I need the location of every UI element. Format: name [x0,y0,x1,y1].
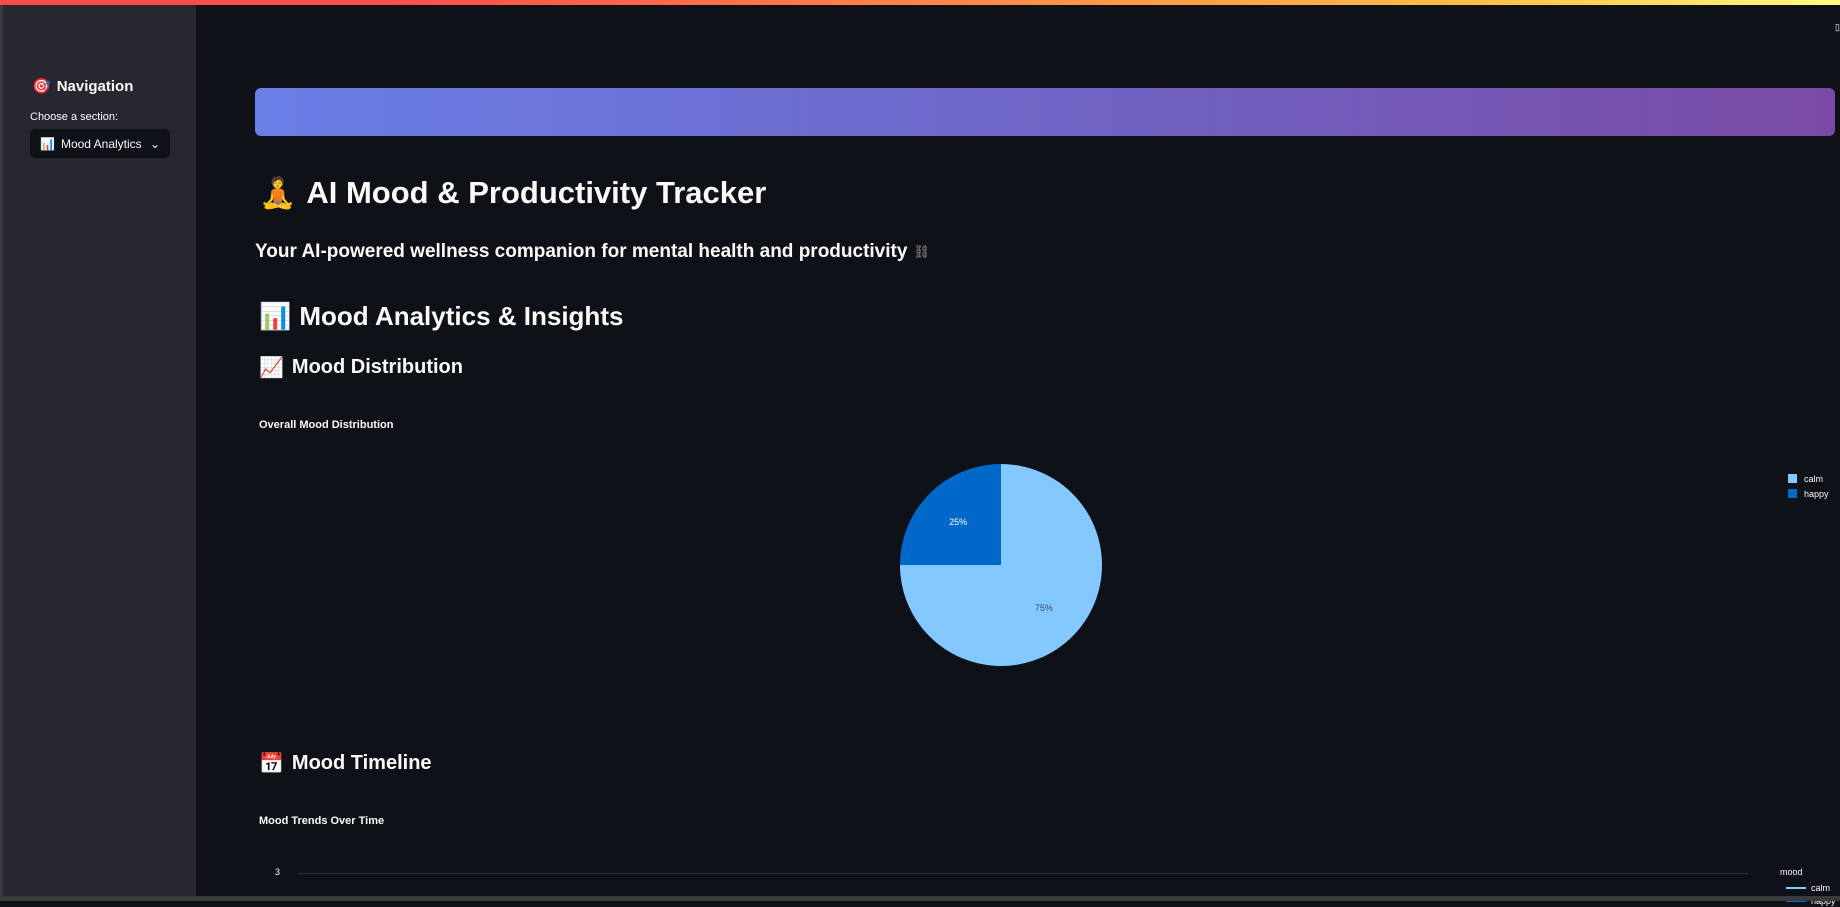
anchor-link-icon[interactable]: ⛓ [913,244,930,260]
pie-legend: calm happy [1788,471,1829,501]
toolbar-edge-icon[interactable]: ▯ [1835,22,1840,33]
section-title-text: Mood Analytics & Insights [299,301,624,331]
legend-item-calm[interactable]: calm [1788,471,1829,486]
line-legend-title: mood [1780,867,1803,877]
calendar-icon: 📅 [259,753,284,775]
line-legend-swatch-calm [1786,886,1806,889]
legend-swatch-happy [1788,489,1797,498]
sidebar: 🎯 Navigation Choose a section: 📊 Mood An… [3,5,196,896]
pie-label-calm: 75% [1035,603,1053,613]
line-legend-item-calm[interactable]: calm [1780,881,1836,894]
section-select-value: Mood Analytics [60,136,142,151]
page-subtitle-text: Your AI-powered wellness companion for m… [255,241,908,262]
main-content: 🧘 AI Mood & Productivity Tracker Your AI… [196,5,1840,906]
legend-swatch-calm [1788,474,1797,483]
mood-distribution-heading-text: Mood Distribution [291,356,463,378]
sidebar-title: 🎯 Navigation [32,77,134,96]
page-subtitle: Your AI-powered wellness companion for m… [255,241,930,263]
mood-distribution-heading: 📈 Mood Distribution [259,355,463,380]
legend-item-happy[interactable]: happy [1788,486,1829,501]
pie-chart-title: Overall Mood Distribution [259,419,394,431]
pie-label-happy: 25% [949,517,967,527]
line-legend: mood calm happy [1780,867,1836,907]
page-title: 🧘 AI Mood & Productivity Tracker [259,175,766,211]
section-title: 📊 Mood Analytics & Insights [259,301,623,332]
y-gridline [298,873,1748,874]
section-select[interactable]: 📊 Mood Analytics ⌄ [30,129,170,158]
top-decoration-bar [0,0,1840,5]
legend-label-calm: calm [1804,473,1824,484]
mood-timeline-heading-text: Mood Timeline [291,752,432,774]
trending-up-icon: 📈 [259,357,284,379]
mood-timeline-heading: 📅 Mood Timeline [259,751,432,776]
meditation-icon: 🧘 [259,176,297,210]
sidebar-title-label: Navigation [56,77,134,95]
section-select-label: Choose a section: [30,111,119,123]
y-tick-label: 3 [275,867,281,877]
window-frame-bottom [0,896,1840,901]
chevron-down-icon[interactable]: ⌄ [150,137,160,151]
pie-chart: 75% 25% [900,464,1102,666]
target-icon: 🎯 [32,78,51,95]
line-legend-label-calm: calm [1811,882,1831,893]
line-chart-title: Mood Trends Over Time [259,815,385,827]
bar-chart-icon: 📊 [259,301,292,331]
legend-label-happy: happy [1804,488,1829,499]
page-title-text: AI Mood & Productivity Tracker [306,175,767,210]
bar-chart-icon: 📊 [40,136,55,151]
header-banner [255,88,1835,136]
pie-slice-happy[interactable] [900,464,1001,565]
